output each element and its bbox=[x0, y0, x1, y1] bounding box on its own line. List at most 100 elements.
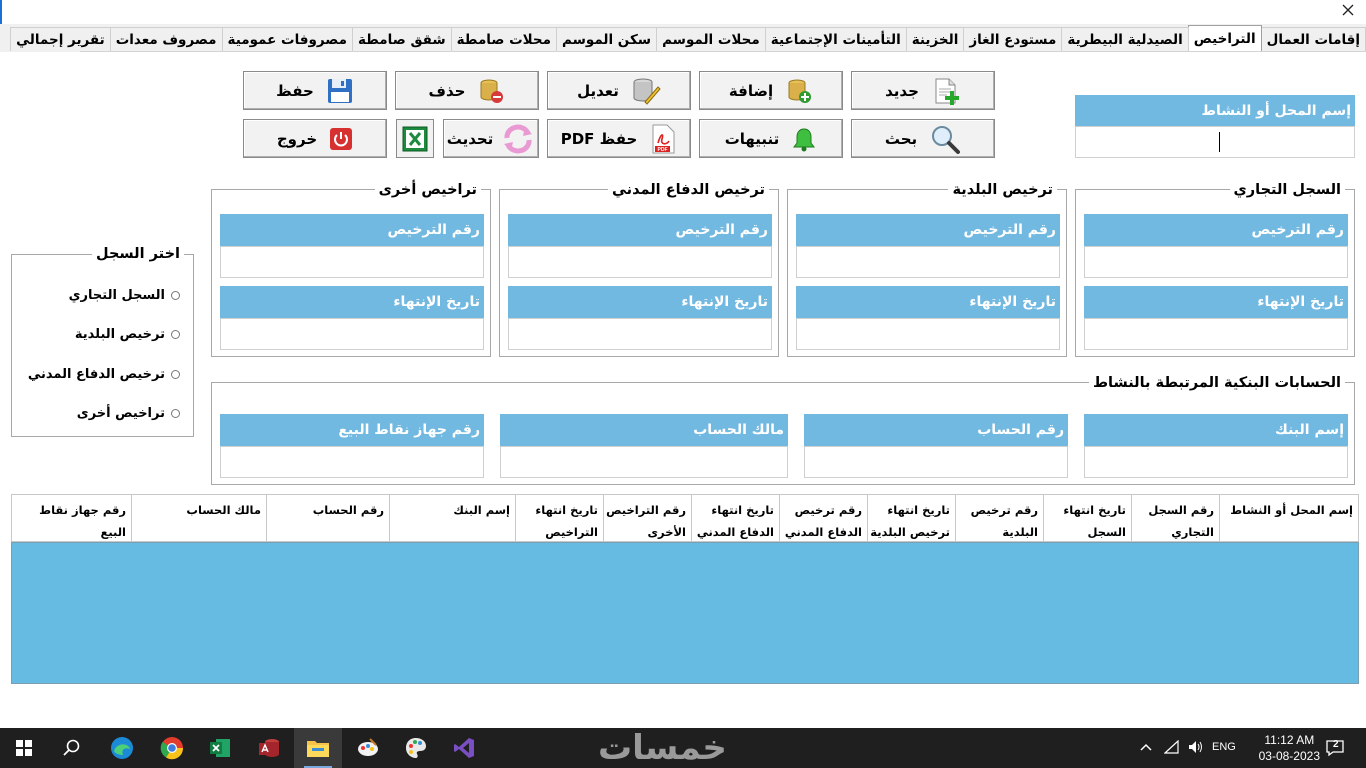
grid-column-header[interactable]: رقم ترخيص الدفاع المدني bbox=[779, 495, 867, 541]
radio-civil-defense[interactable]: ترخيص الدفاع المدني bbox=[28, 367, 180, 382]
grid-column-header[interactable]: تاريخ انتهاء السجل التجاري bbox=[1043, 495, 1131, 541]
chrome-app[interactable] bbox=[148, 728, 196, 768]
start-button[interactable] bbox=[0, 728, 48, 768]
add-button[interactable]: إضافة bbox=[699, 71, 843, 110]
other-expiry-input[interactable] bbox=[220, 318, 484, 350]
tab-samtah-shops[interactable]: محلات صامطة bbox=[450, 27, 558, 51]
tab-season-shops[interactable]: محلات الموسم bbox=[656, 27, 766, 51]
notification-center-button[interactable]: 2 bbox=[1325, 738, 1345, 758]
pdf-badge: PDF bbox=[658, 147, 668, 153]
file-explorer-app[interactable] bbox=[294, 728, 342, 768]
radio-button[interactable] bbox=[171, 409, 180, 418]
edit-button[interactable]: تعديل bbox=[547, 71, 691, 110]
magnifier-icon bbox=[932, 125, 961, 154]
floppy-disk-icon bbox=[327, 78, 352, 103]
commercial-license-no-input[interactable] bbox=[1084, 246, 1348, 278]
grid-column-header[interactable]: مالك الحساب bbox=[131, 495, 266, 541]
tab-general-expenses[interactable]: مصروفات عمومية bbox=[221, 27, 353, 51]
other-license-no-input[interactable] bbox=[220, 246, 484, 278]
alerts-button[interactable]: تنبيهات bbox=[699, 119, 843, 158]
grid-body[interactable] bbox=[11, 542, 1359, 684]
radio-other-licenses[interactable]: تراخيص أخرى bbox=[77, 406, 180, 421]
edge-app[interactable] bbox=[98, 728, 146, 768]
refresh-icon bbox=[504, 124, 533, 153]
civil-defense-license-no-input[interactable] bbox=[508, 246, 772, 278]
other-licenses-title: تراخيص أخرى bbox=[374, 182, 481, 198]
tab-social-insurance[interactable]: التأمينات الإجتماعية bbox=[764, 27, 907, 51]
commercial-register-title: السجل التجاري bbox=[1229, 182, 1345, 198]
chevron-up-icon[interactable] bbox=[1140, 742, 1152, 752]
account-no-input[interactable] bbox=[804, 446, 1068, 478]
tab-workers-residency[interactable]: إقامات العمال bbox=[1260, 27, 1366, 51]
tab-samtah-apartments[interactable]: شقق صامطة bbox=[351, 27, 452, 51]
tab-equipment-expenses[interactable]: مصروف معدات bbox=[109, 27, 223, 51]
refresh-button[interactable]: تحديث bbox=[443, 119, 539, 158]
save-pdf-button[interactable]: PDF حفظ PDF bbox=[547, 119, 691, 158]
export-excel-button[interactable] bbox=[396, 119, 434, 158]
tab-total-report[interactable]: تقرير إجمالي bbox=[10, 27, 111, 51]
grid-column-header[interactable]: تاريخ انتهاء ترخيص البلدية bbox=[867, 495, 955, 541]
commercial-expiry-input[interactable] bbox=[1084, 318, 1348, 350]
system-clock[interactable]: 11:12 AM 03-08-2023 bbox=[1259, 732, 1320, 764]
title-bar bbox=[0, 0, 1366, 24]
grid-column-header[interactable]: رقم ترخيص البلدية bbox=[955, 495, 1043, 541]
municipal-license-no-input[interactable] bbox=[796, 246, 1060, 278]
paint3d-app[interactable] bbox=[392, 728, 440, 768]
bank-name-input[interactable] bbox=[1084, 446, 1348, 478]
exit-button[interactable]: خروج bbox=[243, 119, 387, 158]
delete-button[interactable]: حذف bbox=[395, 71, 539, 110]
radio-button[interactable] bbox=[171, 330, 180, 339]
paint-app[interactable] bbox=[344, 728, 392, 768]
other-expiry-label: تاريخ الإنتهاء bbox=[220, 286, 484, 318]
alerts-label: تنبيهات bbox=[724, 129, 780, 148]
visual-studio-icon bbox=[454, 738, 474, 758]
radio-commercial-register[interactable]: السجل التجاري bbox=[69, 288, 180, 303]
radio-label: تراخيص أخرى bbox=[76, 406, 165, 421]
input-language[interactable]: ENG bbox=[1212, 741, 1236, 753]
taskbar-search-button[interactable] bbox=[48, 728, 96, 768]
account-owner-input[interactable] bbox=[500, 446, 788, 478]
civil-defense-expiry-input[interactable] bbox=[508, 318, 772, 350]
excel-app[interactable] bbox=[196, 728, 244, 768]
speaker-icon[interactable] bbox=[1188, 740, 1204, 754]
tab-season-housing[interactable]: سكن الموسم bbox=[556, 27, 658, 51]
grid-column-header[interactable]: رقم التراخيص الأخرى bbox=[603, 495, 691, 541]
pos-no-input[interactable] bbox=[220, 446, 484, 478]
database-delete-icon bbox=[480, 79, 504, 103]
access-app[interactable] bbox=[245, 728, 293, 768]
radio-button[interactable] bbox=[171, 370, 180, 379]
radio-button[interactable] bbox=[171, 291, 180, 300]
tab-gas-warehouse[interactable]: مستودع الغاز bbox=[963, 27, 1063, 51]
tab-treasury[interactable]: الخزينة bbox=[905, 27, 965, 51]
close-icon[interactable] bbox=[1340, 2, 1356, 18]
database-add-icon bbox=[788, 79, 812, 103]
search-button[interactable]: بحث bbox=[851, 119, 995, 158]
visual-studio-app[interactable] bbox=[440, 728, 488, 768]
tab-strip: إقامات العمال التراخيص الصيدلية البيطرية… bbox=[10, 25, 1366, 52]
radio-municipal-license[interactable]: ترخيص البلدية bbox=[75, 327, 180, 342]
grid-column-header[interactable]: رقم الحساب bbox=[266, 495, 389, 541]
account-no-label: رقم الحساب bbox=[804, 414, 1068, 446]
grid-column-header[interactable]: تاريخ انتهاء التراخيص bbox=[515, 495, 603, 541]
save-button[interactable]: حفظ bbox=[243, 71, 387, 110]
pdf-file-icon: PDF bbox=[652, 124, 675, 153]
other-license-no-label: رقم الترخيص bbox=[220, 214, 484, 246]
record-select-title: اختر السجل bbox=[92, 246, 184, 262]
grid-column-header[interactable]: تاريخ انتهاء الدفاع المدني bbox=[691, 495, 779, 541]
power-icon bbox=[330, 127, 353, 150]
wifi-icon[interactable] bbox=[1164, 740, 1180, 754]
civil-defense-expiry-label: تاريخ الإنتهاء bbox=[508, 286, 772, 318]
grid-column-header[interactable]: إسم المحل أو النشاط bbox=[1219, 495, 1358, 541]
commercial-license-no-label: رقم الترخيص bbox=[1084, 214, 1348, 246]
activity-name-input[interactable] bbox=[1075, 126, 1355, 158]
tab-vet-pharmacy[interactable]: الصيدلية البيطرية bbox=[1061, 27, 1189, 51]
grid-column-header[interactable]: رقم جهاز نقاط البيع bbox=[13, 495, 131, 541]
municipal-expiry-input[interactable] bbox=[796, 318, 1060, 350]
tab-licenses[interactable]: التراخيص bbox=[1187, 25, 1262, 51]
paint-palette-icon bbox=[406, 738, 426, 758]
new-button[interactable]: جديد bbox=[851, 71, 995, 110]
clock-time: 11:12 AM bbox=[1264, 733, 1315, 747]
grid-column-header[interactable]: رقم السجل التجاري bbox=[1131, 495, 1219, 541]
database-edit-icon bbox=[633, 78, 661, 105]
grid-column-header[interactable]: إسم البنك bbox=[389, 495, 515, 541]
